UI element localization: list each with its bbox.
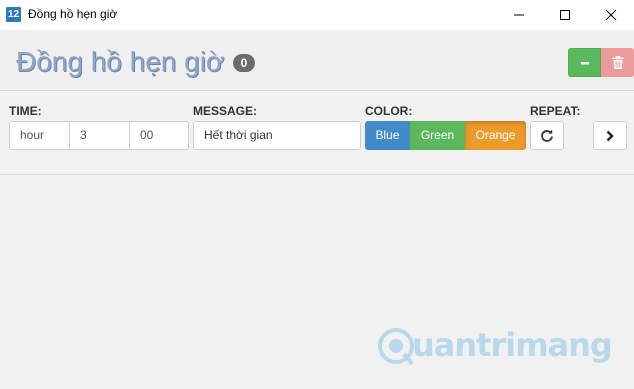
window-minimize-button[interactable] (496, 0, 542, 30)
color-green-button[interactable]: Green (410, 121, 465, 150)
page-title: Đồng hồ hẹn giờ (16, 46, 225, 77)
color-label: COLOR: (365, 104, 413, 118)
time-label: TIME: (9, 104, 42, 118)
trash-icon (612, 56, 623, 69)
repeat-button[interactable] (530, 121, 564, 150)
window-close-button[interactable] (588, 0, 634, 30)
window-minimize-icon (514, 14, 524, 16)
minus-icon (580, 61, 589, 64)
window-titlebar: 12 Đồng hồ hẹn giờ (0, 0, 634, 30)
watermark: uantrimang (376, 322, 613, 368)
second-input[interactable]: 00 (129, 121, 189, 150)
chevron-right-icon (606, 130, 614, 141)
remove-timer-button[interactable] (568, 48, 601, 77)
hour-input[interactable]: hour (9, 121, 70, 150)
color-orange-button[interactable]: Orange (465, 121, 526, 150)
window-maximize-button[interactable] (542, 0, 588, 30)
window-close-icon (605, 9, 617, 21)
window-maximize-icon (560, 10, 570, 20)
delete-all-button[interactable] (601, 48, 634, 77)
color-blue-button[interactable]: Blue (365, 121, 410, 150)
message-input[interactable]: Hết thời gian (193, 121, 361, 150)
watermark-logo-icon (378, 328, 414, 366)
app-icon: 12 (6, 7, 21, 22)
window-title: Đồng hồ hẹn giờ (28, 7, 118, 21)
divider (0, 174, 634, 175)
watermark-text: uantrimang (412, 326, 613, 364)
minute-input[interactable]: 3 (69, 121, 130, 150)
next-button[interactable] (593, 121, 627, 150)
message-label: MESSAGE: (193, 104, 258, 118)
count-badge: 0 (233, 54, 255, 72)
refresh-icon (541, 129, 553, 142)
repeat-label: REPEAT: (530, 104, 581, 118)
app-header: Đồng hồ hẹn giờ 0 (0, 30, 634, 91)
